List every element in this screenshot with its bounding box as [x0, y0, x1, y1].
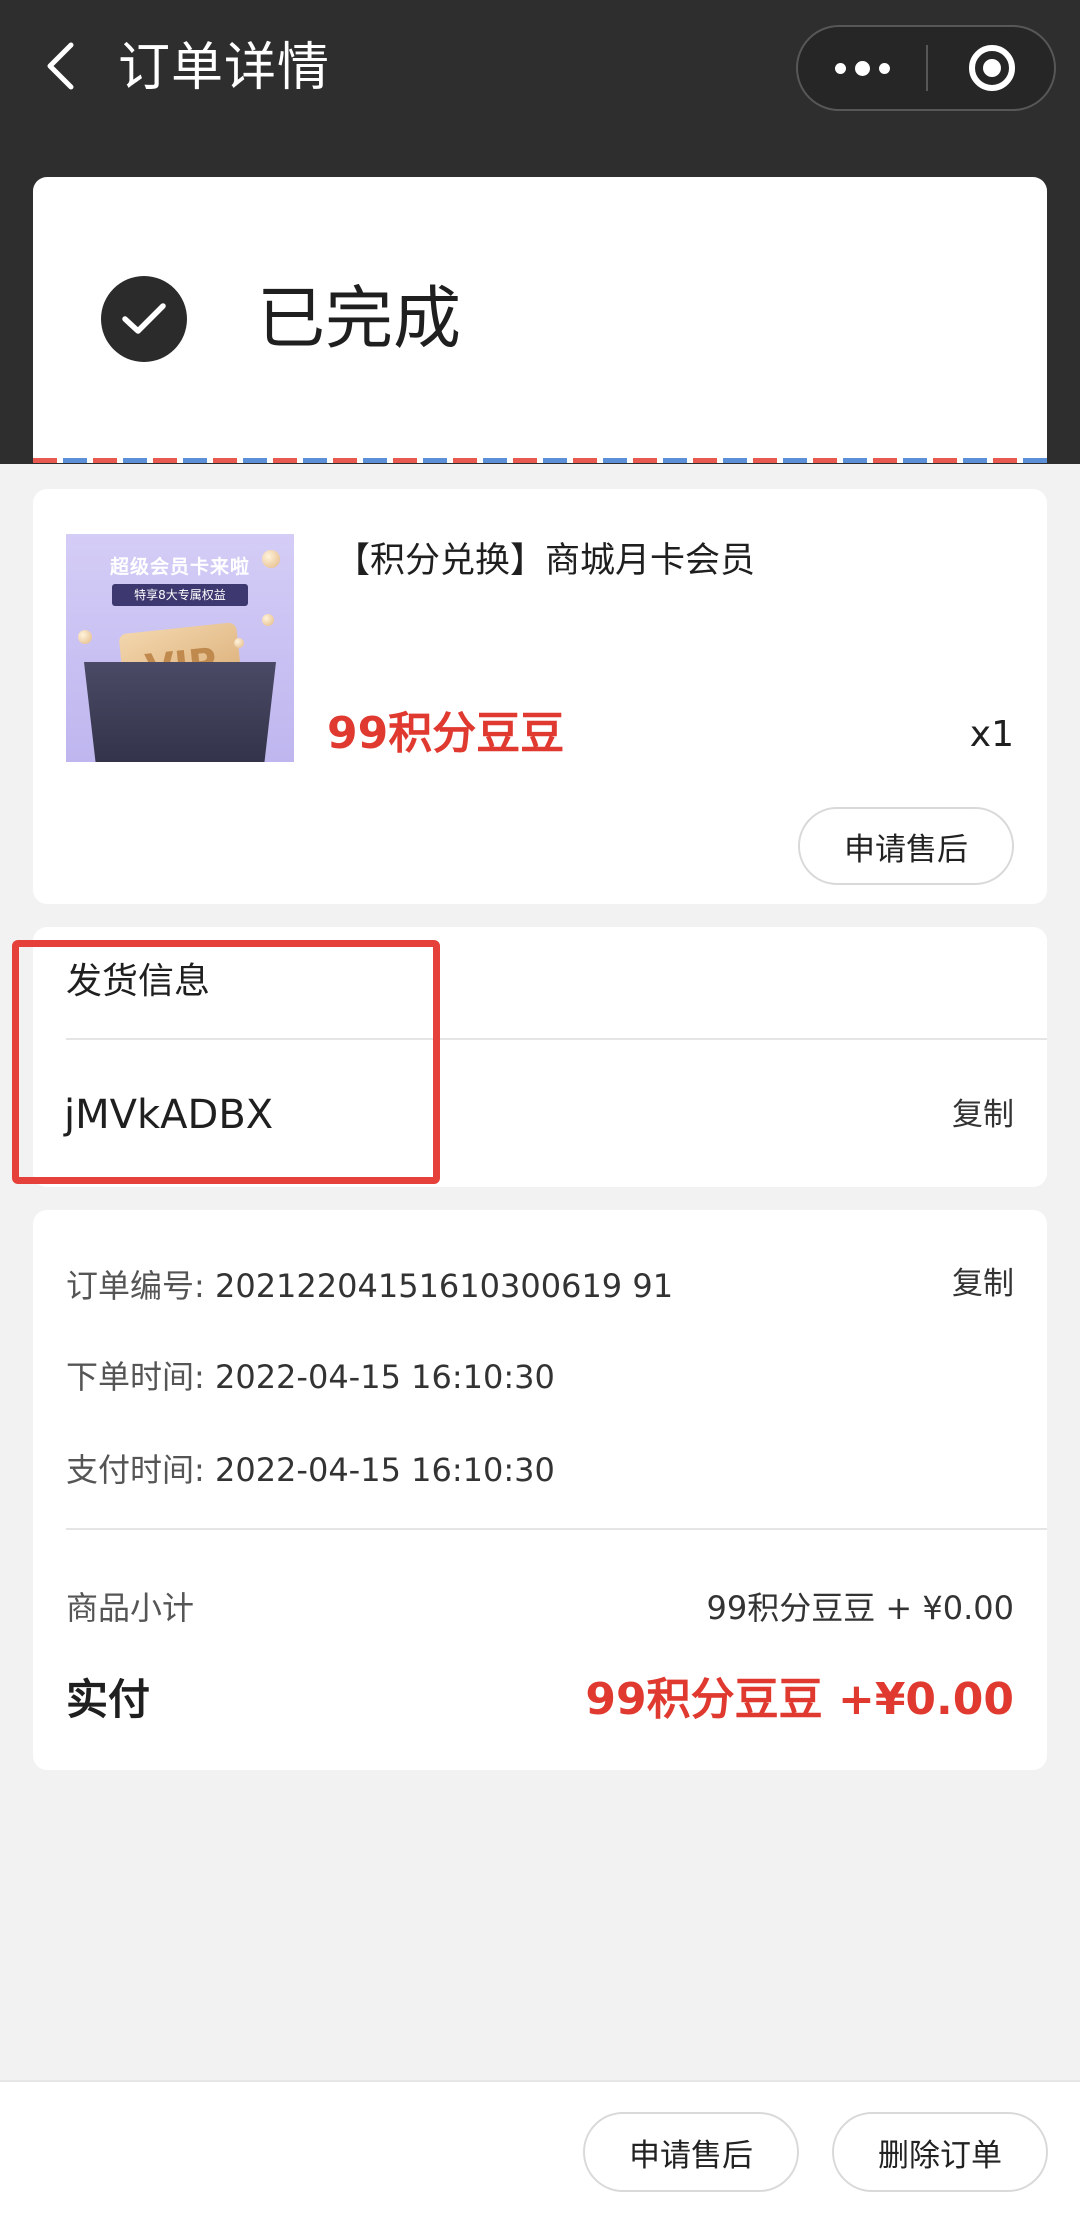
decor-ball: [78, 630, 92, 644]
order-created-label: 下单时间:: [66, 1358, 205, 1396]
paid-row: 实付 99积分豆豆 +¥0.00: [66, 1670, 1014, 1730]
target-circle-core: [983, 59, 1001, 77]
copy-order-number-button[interactable]: 复制: [952, 1262, 1014, 1306]
order-created-row: 下单时间: 2022-04-15 16:10:30: [66, 1353, 1014, 1401]
order-number-label: 订单编号:: [66, 1267, 205, 1305]
more-dots-icon: [834, 62, 846, 74]
order-status-card: 已完成: [33, 177, 1047, 463]
back-button[interactable]: [38, 38, 82, 94]
highlight-annotation-box: [12, 940, 440, 1184]
more-button[interactable]: [798, 27, 926, 109]
subtotal-label: 商品小计: [66, 1589, 195, 1627]
target-circle-icon: [969, 45, 1015, 91]
subtotal-row: 商品小计 99积分豆豆 + ¥0.00: [66, 1584, 1014, 1632]
more-dots-icon-right: [878, 62, 890, 74]
menu-capsule: [796, 25, 1056, 111]
order-info-card: 订单编号: 20212204151610300619 91 复制 下单时间: 2…: [33, 1210, 1047, 1770]
product-name[interactable]: 【积分兑换】商城月卡会员: [335, 537, 755, 585]
order-status-text: 已完成: [257, 280, 462, 359]
delete-order-button[interactable]: 删除订单: [832, 2112, 1048, 2192]
thumbnail-subtitle: 特享8大专属权益: [112, 584, 248, 606]
paid-value: 99积分豆豆 +¥0.00: [585, 1674, 1014, 1725]
thumbnail-title: 超级会员卡来啦: [109, 556, 250, 578]
payment-time-value: 2022-04-15 16:10:30: [214, 1451, 555, 1489]
order-number-row: 订单编号: 20212204151610300619 91: [66, 1262, 1014, 1310]
product-thumbnail[interactable]: 超级会员卡来啦 特享8大专属权益 VIP: [66, 534, 294, 762]
order-number-value: 20212204151610300619 91: [214, 1267, 674, 1305]
after-sale-bottom-button[interactable]: 申请售后: [583, 2112, 799, 2192]
order-created-value: 2022-04-15 16:10:30: [214, 1358, 555, 1396]
payment-time-row: 支付时间: 2022-04-15 16:10:30: [66, 1446, 1014, 1494]
product-card: 超级会员卡来啦 特享8大专属权益 VIP 【积分兑换】商城月卡会员 99积分豆豆…: [33, 489, 1047, 904]
more-dots-icon-center: [854, 60, 870, 76]
payment-time-label: 支付时间:: [66, 1451, 205, 1489]
decor-ball: [262, 614, 274, 626]
check-circle-icon: [101, 276, 187, 362]
chevron-left-icon: [47, 42, 74, 90]
subtotal-value: 99积分豆豆 + ¥0.00: [706, 1589, 1015, 1627]
product-price: 99积分豆豆: [327, 708, 565, 759]
checkmark-glyph: [122, 303, 166, 334]
decor-ball: [234, 638, 244, 648]
gift-box-graphic: [84, 662, 276, 762]
close-miniprogram-button[interactable]: [928, 27, 1056, 109]
bottom-action-bar: 申请售后 删除订单: [0, 2080, 1080, 2214]
copy-shipping-code-button[interactable]: 复制: [952, 1093, 1014, 1137]
page-title: 订单详情: [118, 38, 331, 98]
airmail-stripe-divider: [33, 458, 1047, 463]
paid-label: 实付: [66, 1675, 151, 1724]
decor-ball: [262, 550, 280, 568]
divider: [66, 1528, 1047, 1530]
after-sale-button[interactable]: 申请售后: [798, 807, 1014, 885]
product-quantity: x1: [969, 714, 1014, 755]
